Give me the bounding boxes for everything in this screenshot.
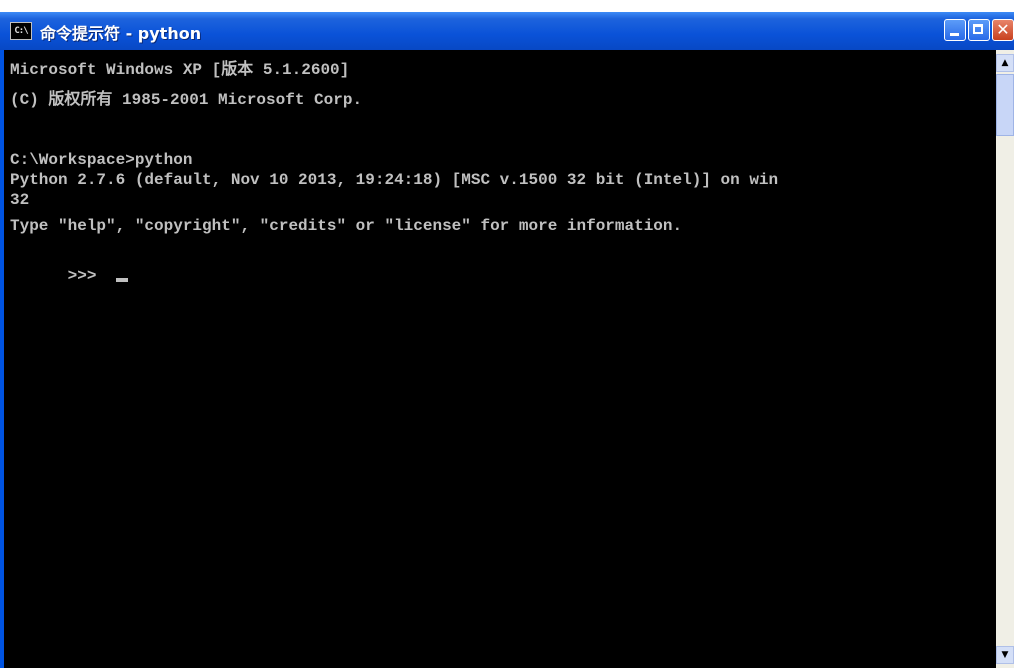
console-line: C:\Workspace>python: [10, 151, 193, 169]
console-line: Microsoft Windows XP [版本 5.1.2600]: [10, 61, 350, 79]
close-button[interactable]: ✕: [992, 19, 1014, 41]
console-line: Python 2.7.6 (default, Nov 10 2013, 19:2…: [10, 171, 779, 189]
console-line: (C) 版权所有 1985-2001 Microsoft Corp.: [10, 91, 363, 109]
python-prompt: >>>: [67, 267, 107, 285]
minimize-button[interactable]: [944, 19, 966, 41]
vertical-scrollbar[interactable]: ▲ ▼: [996, 50, 1014, 668]
arrow-down-icon: ▼: [1001, 650, 1009, 660]
scroll-up-button[interactable]: ▲: [996, 54, 1014, 72]
text-cursor: [116, 278, 129, 282]
prompt-line[interactable]: >>>: [10, 246, 129, 285]
title-bar[interactable]: C:\ 命令提示符 - python ✕: [0, 12, 1014, 50]
cmd-app-icon[interactable]: C:\: [10, 22, 32, 40]
maximize-button[interactable]: [968, 19, 990, 41]
minimize-icon: [950, 33, 959, 36]
maximize-icon: [973, 24, 983, 34]
console-line: 32: [10, 191, 30, 209]
scroll-down-button[interactable]: ▼: [996, 646, 1014, 664]
cmd-window: C:\ 命令提示符 - python ✕ Microsoft Windows X…: [0, 12, 1014, 668]
window-title: 命令提示符 - python: [40, 24, 202, 43]
close-icon: ✕: [996, 20, 1010, 39]
console-output[interactable]: Microsoft Windows XP [版本 5.1.2600] (C) 版…: [4, 50, 996, 668]
console-line: Type "help", "copyright", "credits" or "…: [10, 217, 683, 235]
arrow-up-icon: ▲: [1001, 58, 1009, 68]
scroll-thumb[interactable]: [996, 74, 1014, 136]
